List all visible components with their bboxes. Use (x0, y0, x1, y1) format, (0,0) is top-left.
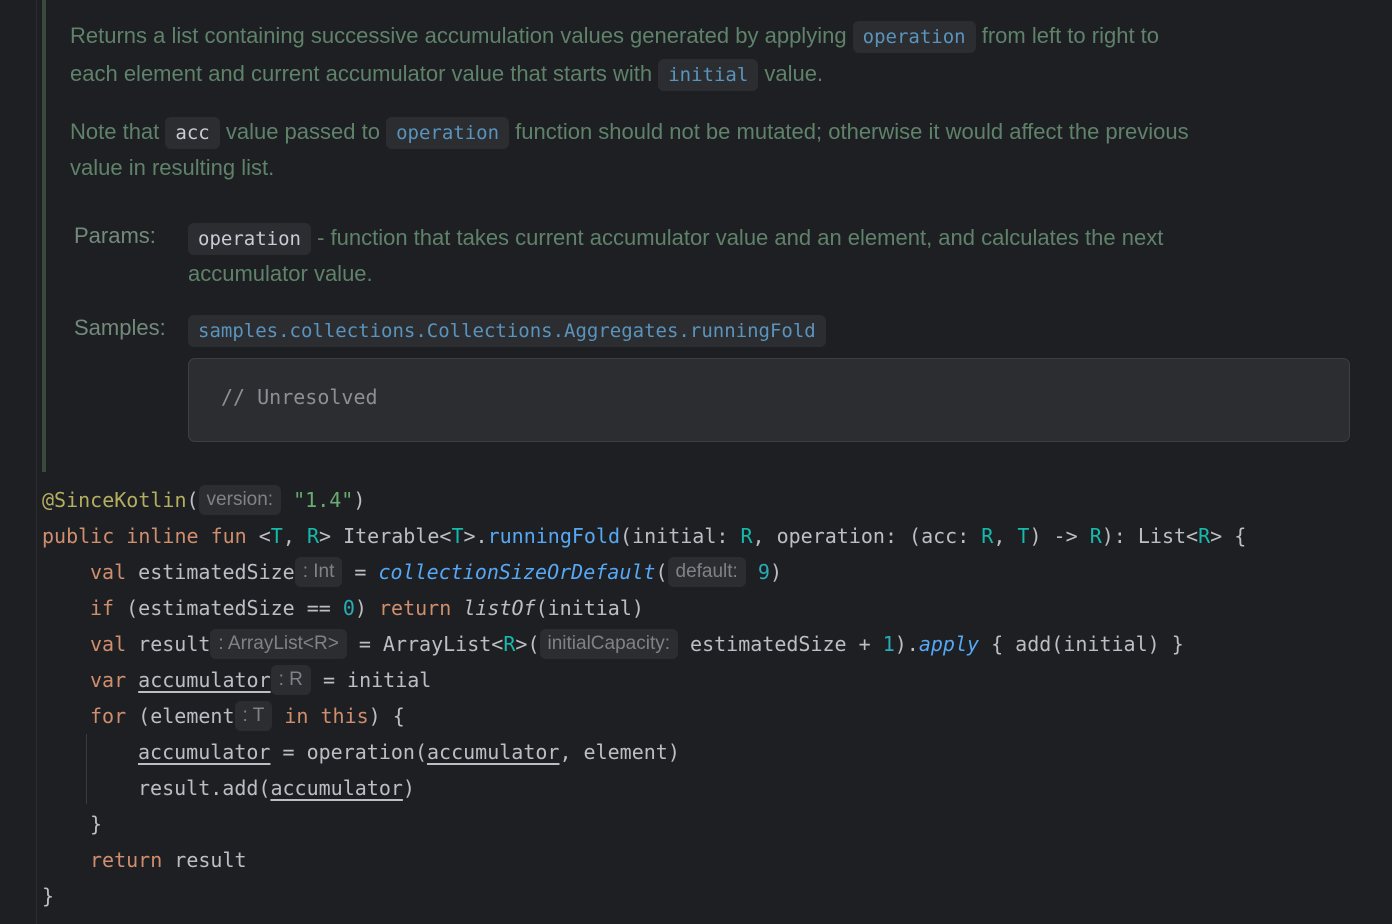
doc-text: from left to right to (975, 23, 1160, 48)
version-param-hint: version: (198, 485, 282, 515)
doc-paragraph-1-line-1: Returns a list containing successive acc… (70, 17, 1159, 54)
doc-text: Note that (70, 119, 166, 144)
doc-text: value. (758, 61, 824, 86)
code-line-annotation: @SinceKotlin(version: "1.4") (42, 482, 365, 518)
code-line-assign: accumulator = operation(accumulator, ele… (138, 740, 680, 764)
version-string: "1.4" (293, 488, 354, 512)
code-line-estimated-size: val estimatedSize: Int = collectionSizeO… (90, 554, 782, 590)
capacity-param-hint: initialCapacity: (539, 629, 678, 659)
one-literal: 1 (882, 632, 895, 656)
doc-text: function should not be mutated; otherwis… (509, 119, 1189, 144)
code-line-accumulator: var accumulator: R = initial (90, 662, 431, 698)
code-line-close-fun: } (42, 884, 55, 908)
acc-code-chip: acc (165, 117, 220, 149)
indent-guide (86, 734, 87, 804)
editor-gutter-line (36, 0, 37, 924)
samples-label: Samples: (74, 315, 166, 340)
initial-link[interactable]: initial (658, 59, 759, 91)
params-line-2: accumulator value. (188, 261, 373, 286)
code-line-close-for: } (90, 812, 103, 836)
type-hint-r: : R (270, 665, 311, 695)
annotation-name: @SinceKotlin (42, 488, 187, 512)
params-line-1: operation - function that takes current … (188, 219, 1163, 256)
sample-link[interactable]: samples.collections.Collections.Aggregat… (188, 315, 826, 347)
doc-text: Returns a list containing successive acc… (70, 23, 853, 48)
params-label: Params: (74, 223, 156, 248)
doc-text: value passed to (219, 119, 387, 144)
zero-literal: 0 (342, 596, 355, 620)
doc-text: - function that takes current accumulato… (310, 225, 1164, 250)
doc-paragraph-2-line-2: value in resulting list. (70, 155, 275, 180)
type-hint-int: : Int (294, 557, 343, 587)
doc-text: each element and current accumulator val… (70, 61, 659, 86)
doc-comment-bar (42, 0, 46, 472)
doc-paragraph-1-line-2: each element and current accumulator val… (70, 55, 823, 92)
operation-link[interactable]: operation (386, 117, 510, 149)
samples-line: samples.collections.Collections.Aggregat… (188, 311, 826, 348)
code-line-result: val result: ArrayList<R> = ArrayList<R>(… (90, 626, 1184, 662)
default-value: 9 (757, 560, 770, 584)
code-line-if-empty: if (estimatedSize == 0) return listOf(in… (90, 596, 644, 620)
code-line-signature: public inline fun <T, R> Iterable<T>.run… (42, 524, 1247, 548)
sample-code-text: // Unresolved (221, 385, 378, 409)
type-hint-t: : T (234, 701, 273, 731)
default-param-hint: default: (667, 557, 746, 587)
doc-paragraph-2-line-1: Note that acc value passed to operation … (70, 113, 1189, 150)
sample-code-block: // Unresolved (188, 358, 1350, 442)
code-line-add: result.add(accumulator) (138, 776, 415, 800)
type-hint-arraylist: : ArrayList<R> (210, 629, 347, 659)
code-line-return: return result (90, 848, 247, 872)
code-line-for: for (element: T in this) { (90, 698, 405, 734)
param-name-chip: operation (188, 223, 311, 255)
operation-link[interactable]: operation (852, 21, 976, 53)
